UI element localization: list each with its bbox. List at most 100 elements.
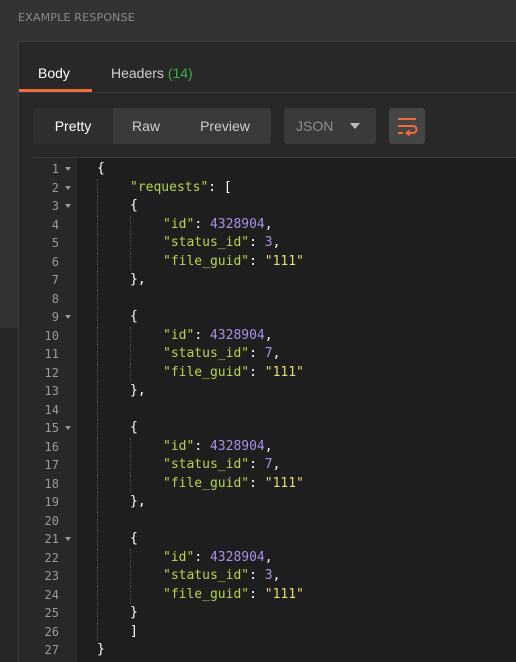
code-line: 19}, — [33, 493, 516, 512]
indent-guide — [97, 530, 98, 549]
json-string: "111" — [264, 475, 304, 491]
json-number: 4328904 — [209, 438, 265, 454]
json-punctuation: : [ — [208, 179, 232, 195]
code-line: 14 — [33, 400, 516, 419]
code-text: { — [130, 308, 138, 327]
fold-arrow-icon[interactable] — [65, 537, 71, 541]
line-number: 5 — [51, 236, 59, 250]
tab-body[interactable]: Body — [38, 65, 70, 81]
json-punctuation: { — [130, 420, 138, 435]
response-panel: Body Headers (14) Pretty Raw Preview JSO… — [18, 41, 516, 662]
json-string: "111" — [264, 364, 304, 380]
json-punctuation: , — [272, 346, 281, 361]
section-title: EXAMPLE RESPONSE — [18, 11, 135, 24]
code-line: 10 "id": 4328904, — [33, 326, 516, 346]
code-line: 26] — [33, 622, 516, 642]
indent-guide — [97, 474, 98, 493]
code-text: "id": 4328904, — [163, 327, 273, 346]
indent-guide — [130, 234, 131, 253]
line-number: 7 — [51, 273, 59, 287]
code-line: 21 { — [33, 530, 516, 549]
json-key: "requests" — [130, 179, 209, 195]
code-text: "status_id": 3, — [163, 234, 280, 253]
indent-guide — [130, 474, 131, 493]
json-key: "status_id" — [163, 346, 250, 361]
json-punctuation: , — [272, 457, 281, 472]
code-line: 22 "id": 4328904, — [33, 548, 516, 567]
line-number: 22 — [44, 550, 59, 565]
line-number: 4 — [51, 217, 59, 232]
fold-arrow-icon[interactable] — [65, 426, 71, 430]
json-string: "111" — [264, 253, 304, 269]
json-key: "id" — [163, 438, 195, 454]
code-editor[interactable]: 1{2 "requests": [3{4 "id": 4328904, 5 "statu… — [33, 157, 516, 662]
indent-guide — [130, 585, 131, 604]
line-number: 10 — [44, 328, 59, 343]
code-line: 13}, — [33, 382, 516, 401]
json-number: 7 — [264, 457, 273, 472]
code-text: "file_guid": "111" — [163, 364, 304, 383]
fold-arrow-icon[interactable] — [65, 185, 71, 190]
background-strip — [0, 328, 18, 662]
line-number: 6 — [51, 254, 59, 269]
indent-guide — [97, 456, 98, 475]
code-line: 1{ — [33, 160, 516, 179]
code-text: ] — [130, 623, 138, 642]
pretty-button[interactable]: Pretty — [33, 108, 113, 144]
json-punctuation: , — [264, 216, 273, 232]
json-key: "file_guid" — [163, 364, 250, 380]
json-punctuation: , — [264, 327, 273, 343]
line-number: 23 — [44, 569, 59, 583]
json-punctuation: , — [264, 438, 273, 454]
code-line: 3{ — [33, 197, 516, 216]
format-select[interactable]: JSON — [284, 108, 376, 144]
code-text: { — [130, 530, 138, 549]
indent-guide — [97, 400, 98, 419]
json-punctuation: : — [194, 549, 210, 565]
indent-guide — [97, 382, 98, 401]
code-text: }, — [130, 382, 146, 401]
indent-guide — [130, 567, 131, 586]
json-key: "file_guid" — [163, 586, 250, 602]
line-number: 2 — [51, 180, 59, 195]
wrap-lines-button[interactable] — [389, 108, 425, 144]
code-text: "file_guid": "111" — [163, 586, 304, 605]
json-punctuation: } — [97, 642, 105, 657]
json-punctuation: { — [130, 309, 138, 324]
code-line: 20 — [33, 511, 516, 530]
indent-guide — [97, 363, 98, 382]
json-punctuation: : — [249, 346, 265, 361]
raw-button[interactable]: Raw — [119, 108, 173, 144]
code-line: 6 "file_guid": "111" — [33, 252, 516, 272]
json-key: "status_id" — [163, 568, 250, 583]
json-punctuation: : — [194, 216, 210, 232]
indent-guide — [130, 548, 131, 567]
code-text: { — [97, 160, 105, 179]
wrap-lines-icon — [398, 118, 418, 137]
fold-arrow-icon[interactable] — [65, 315, 71, 319]
line-number: 3 — [51, 199, 59, 213]
response-tabs: Body Headers (14) — [19, 59, 516, 93]
json-key: "file_guid" — [163, 253, 250, 269]
code-line: 27} — [33, 641, 516, 660]
tab-headers[interactable]: Headers (14) — [111, 65, 193, 81]
indent-guide — [97, 289, 98, 308]
line-number: 8 — [51, 291, 59, 306]
code-text: }, — [130, 271, 146, 290]
code-line: 16 "id": 4328904, — [33, 437, 516, 456]
fold-arrow-icon[interactable] — [65, 167, 71, 171]
format-select-value: JSON — [296, 118, 334, 134]
line-number: 27 — [44, 643, 59, 657]
line-number: 11 — [44, 347, 59, 361]
preview-button[interactable]: Preview — [183, 108, 267, 144]
code-text: } — [97, 641, 105, 660]
tab-headers-label: Headers — [111, 65, 164, 81]
code-text: "file_guid": "111" — [163, 253, 304, 272]
fold-arrow-icon[interactable] — [65, 204, 71, 208]
json-punctuation: { — [130, 198, 138, 213]
line-number: 21 — [44, 532, 59, 546]
line-number: 25 — [44, 606, 59, 620]
line-number: 14 — [44, 402, 59, 417]
code-line: 23 "status_id": 3, — [33, 567, 516, 586]
json-key: "id" — [163, 327, 195, 343]
